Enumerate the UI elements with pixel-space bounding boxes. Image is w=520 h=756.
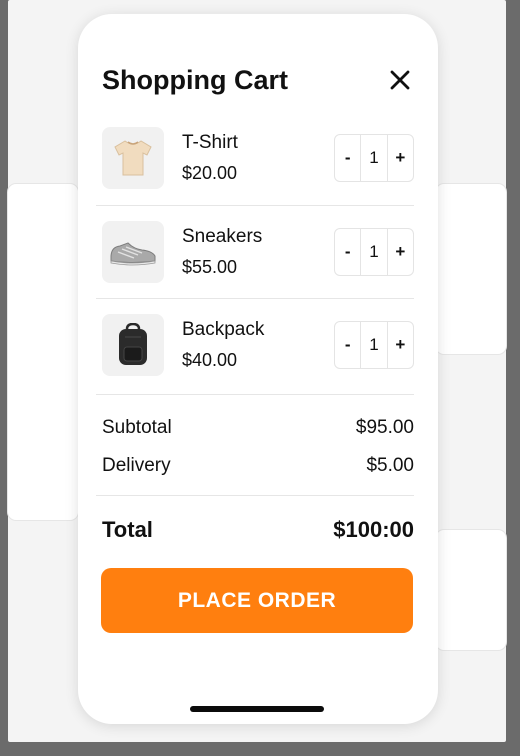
quantity-stepper: - 1 + [334, 321, 414, 369]
quantity-value: 1 [360, 135, 388, 181]
divider [96, 205, 414, 206]
item-name: Backpack [182, 319, 265, 340]
cart-item-tshirt: T-Shirt $20.00 - 1 + [102, 126, 414, 190]
total-label: Total [102, 517, 153, 542]
subtotal-label: Subtotal [102, 417, 172, 438]
sneaker-icon [110, 242, 156, 266]
decrement-button[interactable]: - [335, 135, 360, 181]
cart-item-backpack: Backpack $40.00 - 1 + [102, 313, 414, 377]
background-card-right [436, 184, 506, 354]
decrement-button[interactable]: - [335, 229, 360, 275]
background-card-left [8, 184, 78, 520]
close-icon [390, 70, 410, 90]
increment-button[interactable]: + [388, 229, 413, 275]
decrement-button[interactable]: - [335, 322, 360, 368]
tshirt-icon [114, 140, 152, 176]
header: Shopping Cart [102, 60, 414, 100]
quantity-stepper: - 1 + [334, 228, 414, 276]
item-thumbnail [102, 314, 164, 376]
backpack-icon [119, 323, 147, 365]
close-button[interactable] [386, 66, 414, 94]
place-order-button[interactable]: PLACE ORDER [101, 568, 413, 633]
subtotal-value: $95.00 [355, 417, 414, 438]
divider [96, 495, 414, 496]
increment-button[interactable]: + [388, 322, 413, 368]
item-name: Sneakers [182, 226, 263, 247]
divider [96, 394, 414, 395]
quantity-value: 1 [360, 229, 388, 275]
background-card-right-lower [436, 530, 506, 650]
total-row: Total $100:00 [102, 517, 414, 543]
page-title: Shopping Cart [102, 64, 288, 95]
quantity-stepper: - 1 + [334, 134, 414, 182]
item-price: $20.00 [182, 163, 238, 183]
item-price: $40.00 [182, 350, 238, 370]
delivery-label: Delivery [102, 455, 171, 476]
divider [96, 298, 414, 299]
item-price: $55.00 [182, 257, 238, 277]
item-info: Backpack $40.00 [182, 318, 334, 372]
cart-item-sneakers: Sneakers $55.00 - 1 + [102, 220, 414, 284]
increment-button[interactable]: + [388, 135, 413, 181]
delivery-value: $5.00 [366, 455, 414, 476]
quantity-value: 1 [360, 322, 388, 368]
home-indicator [190, 706, 324, 712]
item-name: T-Shirt [182, 132, 238, 153]
item-thumbnail [102, 221, 164, 283]
item-info: T-Shirt $20.00 [182, 131, 334, 185]
item-info: Sneakers $55.00 [182, 225, 334, 279]
delivery-row: Delivery $5.00 [102, 455, 414, 477]
item-thumbnail [102, 127, 164, 189]
total-value: $100:00 [333, 517, 414, 542]
phone-screen: Shopping Cart T-Shirt $20.00 - 1 + Sneak… [78, 14, 438, 724]
subtotal-row: Subtotal $95.00 [102, 417, 414, 439]
